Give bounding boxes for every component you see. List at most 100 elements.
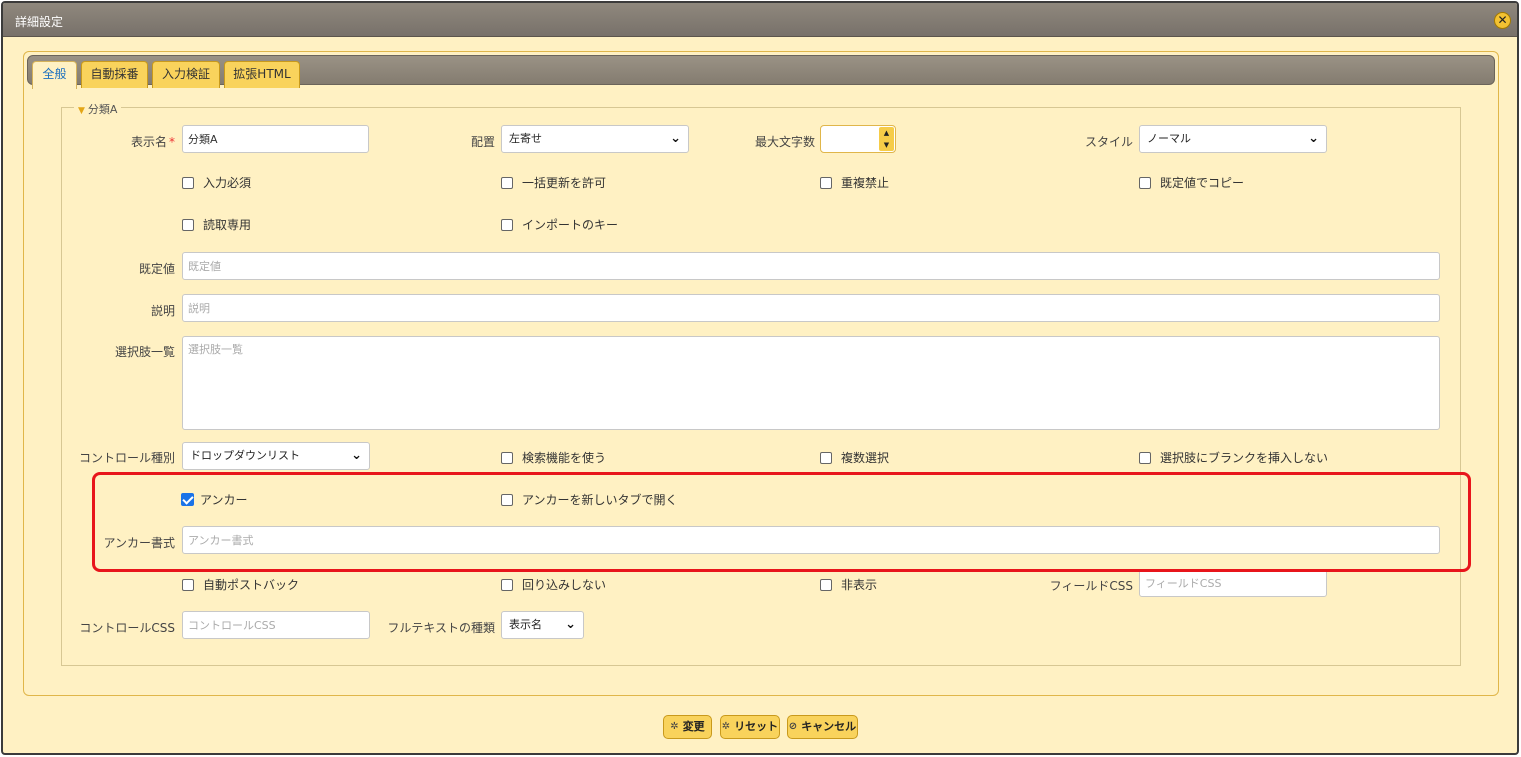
fulltext-type-label: フルテキストの種類 (387, 621, 495, 635)
anchor-checkbox[interactable]: アンカー (181, 491, 248, 508)
display-name-input[interactable] (182, 125, 369, 153)
cancel-button-label: キャンセル (801, 720, 857, 733)
close-icon[interactable]: ✕ (1494, 12, 1511, 29)
no-blank-choice-checkbox[interactable]: 選択肢にブランクを挿入しない (1139, 449, 1328, 466)
use-search-checkbox[interactable]: 検索機能を使う (501, 449, 606, 466)
checkbox-icon[interactable] (501, 451, 513, 464)
choices-textarea[interactable] (182, 336, 1440, 430)
cancel-button[interactable]: ⊘ キャンセル (787, 715, 858, 739)
checkbox-icon[interactable] (182, 176, 194, 189)
checkbox-icon[interactable] (820, 578, 832, 591)
reset-button-label: リセット (734, 720, 779, 733)
copy-default-label: 既定値でコピー (1160, 176, 1245, 190)
control-css-label: コントロールCSS (79, 621, 175, 635)
max-length-label: 最大文字数 (754, 135, 815, 149)
change-button[interactable]: ✲ 変更 (663, 715, 712, 739)
checkbox-icon[interactable] (182, 578, 194, 591)
control-css-input[interactable] (182, 611, 370, 639)
chevron-down-icon: ⌄ (670, 131, 681, 146)
auto-postback-checkbox[interactable]: 自動ポストバック (182, 576, 299, 593)
style-select[interactable]: ノーマル ⌄ (1139, 125, 1327, 153)
import-key-label: インポートのキー (522, 218, 619, 232)
required-checkbox-label: 入力必須 (203, 176, 252, 190)
collapse-triangle-icon[interactable]: ▼ (78, 106, 85, 116)
checkbox-icon[interactable] (820, 176, 832, 189)
checkbox-checked-icon[interactable] (181, 493, 194, 506)
hidden-label: 非表示 (841, 578, 878, 592)
anchor-format-input[interactable] (182, 526, 1440, 554)
alignment-label: 配置 (470, 135, 495, 149)
anchor-label: アンカー (200, 493, 248, 507)
detail-settings-dialog: 詳細設定 ✕ 全般 自動採番 入力検証 拡張HTML ▼分類A 表示名* 配置 … (1, 1, 1519, 755)
copy-default-checkbox[interactable]: 既定値でコピー (1139, 174, 1244, 191)
spin-up-icon[interactable]: ▲ (879, 127, 894, 139)
alignment-value: 左寄せ (509, 132, 542, 145)
control-type-select[interactable]: ドロップダウンリスト ⌄ (182, 442, 370, 470)
control-type-label: コントロール種別 (78, 451, 175, 465)
description-input[interactable] (182, 294, 1440, 322)
required-mark: * (169, 135, 175, 149)
allow-bulk-update-checkbox[interactable]: 一括更新を許可 (501, 174, 606, 191)
no-wrap-label: 回り込みしない (522, 578, 607, 592)
no-duplicates-checkbox[interactable]: 重複禁止 (820, 174, 889, 191)
gear-icon: ✲ (721, 721, 731, 732)
dialog-titlebar[interactable]: 詳細設定 ✕ (3, 3, 1517, 37)
alignment-select[interactable]: 左寄せ ⌄ (501, 125, 689, 153)
section-legend-label: 分類A (87, 103, 118, 116)
anchor-new-tab-checkbox[interactable]: アンカーを新しいタブで開く (501, 491, 678, 508)
required-checkbox[interactable]: 入力必須 (182, 174, 251, 191)
chevron-down-icon: ⌄ (1308, 131, 1319, 146)
choices-label: 選択肢一覧 (114, 345, 175, 359)
chevron-down-icon: ⌄ (565, 617, 576, 632)
fulltext-type-value: 表示名 (509, 618, 542, 631)
field-css-label: フィールドCSS (1049, 579, 1133, 593)
field-css-input[interactable] (1139, 569, 1327, 597)
checkbox-icon[interactable] (501, 218, 513, 231)
checkbox-icon[interactable] (501, 493, 513, 506)
style-label: スタイル (1084, 135, 1133, 149)
spin-down-icon[interactable]: ▼ (879, 139, 894, 151)
cancel-icon: ⊘ (788, 721, 798, 732)
section-legend[interactable]: ▼ 分類A (74, 101, 122, 117)
max-length-spinner[interactable]: ▲ ▼ (820, 125, 896, 153)
chevron-down-icon: ⌄ (351, 448, 362, 463)
display-name-label: 表示名 * (103, 133, 175, 150)
multiple-select-checkbox[interactable]: 複数選択 (820, 449, 889, 466)
gear-icon: ✲ (670, 721, 679, 732)
allow-bulk-update-label: 一括更新を許可 (522, 176, 607, 190)
no-blank-choice-label: 選択肢にブランクを挿入しない (1160, 451, 1329, 465)
description-label: 説明 (150, 304, 175, 318)
anchor-new-tab-label: アンカーを新しいタブで開く (522, 493, 678, 507)
default-value-input[interactable] (182, 252, 1440, 280)
hidden-checkbox[interactable]: 非表示 (820, 576, 877, 593)
checkbox-icon[interactable] (1139, 451, 1151, 464)
tab-extended-html[interactable]: 拡張HTML (224, 61, 300, 88)
spinner-buttons[interactable]: ▲ ▼ (879, 127, 894, 151)
fulltext-type-select[interactable]: 表示名 ⌄ (501, 611, 584, 639)
tab-auto-numbering[interactable]: 自動採番 (81, 61, 148, 88)
no-duplicates-label: 重複禁止 (841, 176, 890, 190)
auto-postback-label: 自動ポストバック (203, 578, 300, 592)
dialog-title: 詳細設定 (15, 15, 64, 29)
use-search-label: 検索機能を使う (522, 451, 607, 465)
control-type-value: ドロップダウンリスト (190, 449, 300, 462)
no-wrap-checkbox[interactable]: 回り込みしない (501, 576, 606, 593)
default-value-label: 既定値 (138, 262, 175, 276)
import-key-checkbox[interactable]: インポートのキー (501, 216, 618, 233)
style-value: ノーマル (1147, 132, 1191, 145)
tab-bar: 全般 自動採番 入力検証 拡張HTML (27, 55, 1495, 89)
tab-input-validation[interactable]: 入力検証 (152, 61, 220, 88)
tab-general[interactable]: 全般 (32, 61, 77, 89)
checkbox-icon[interactable] (1139, 176, 1151, 189)
read-only-checkbox[interactable]: 読取専用 (182, 216, 251, 233)
change-button-label: 変更 (682, 720, 705, 733)
multiple-select-label: 複数選択 (841, 451, 890, 465)
checkbox-icon[interactable] (820, 451, 832, 464)
checkbox-icon[interactable] (501, 176, 513, 189)
display-name-label-text: 表示名 (130, 135, 167, 149)
checkbox-icon[interactable] (182, 218, 194, 231)
checkbox-icon[interactable] (501, 578, 513, 591)
reset-button[interactable]: ✲ リセット (720, 715, 780, 739)
anchor-format-label: アンカー書式 (103, 536, 175, 550)
read-only-label: 読取専用 (203, 218, 252, 232)
